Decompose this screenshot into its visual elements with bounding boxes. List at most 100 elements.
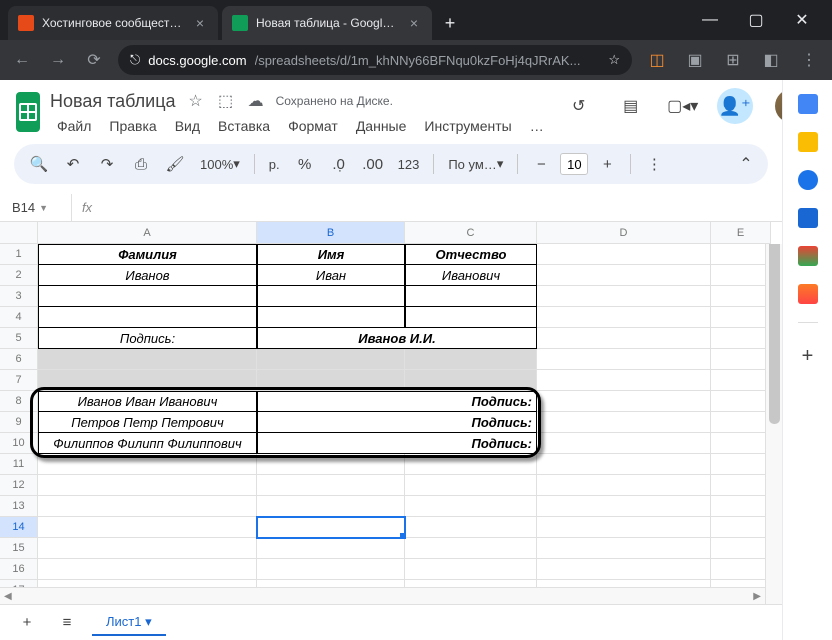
cell[interactable] xyxy=(537,559,711,580)
cell[interactable]: Подпись: xyxy=(38,328,257,349)
cell[interactable] xyxy=(38,559,257,580)
history-icon[interactable]: ↺ xyxy=(561,88,597,124)
row-header[interactable]: 13 xyxy=(0,496,38,517)
cell[interactable] xyxy=(38,370,257,391)
scroll-left-icon[interactable]: ◀ xyxy=(4,591,12,602)
cell[interactable] xyxy=(405,349,537,370)
comments-icon[interactable]: ▤ xyxy=(613,88,649,124)
browser-menu-icon[interactable]: ⋮ xyxy=(796,47,822,73)
cell[interactable]: Подпись: xyxy=(257,433,537,454)
close-window-button[interactable]: ✕ xyxy=(788,6,816,34)
more-toolbar-icon[interactable]: ⋮ xyxy=(639,149,669,179)
font-size-input[interactable] xyxy=(560,153,588,175)
menu-edit[interactable]: Правка xyxy=(102,116,163,136)
cell[interactable] xyxy=(38,496,257,517)
keep-icon[interactable] xyxy=(798,132,818,152)
cell[interactable] xyxy=(537,412,711,433)
cell[interactable]: Подпись: xyxy=(257,412,537,433)
cell[interactable] xyxy=(38,538,257,559)
print-button[interactable]: ⎙ xyxy=(126,149,156,179)
row-header[interactable]: 2 xyxy=(0,265,38,286)
cell[interactable]: Фамилия xyxy=(38,244,257,265)
column-header[interactable]: A xyxy=(38,222,257,244)
decrease-decimal-button[interactable]: .0̣ xyxy=(324,149,354,179)
menu-view[interactable]: Вид xyxy=(168,116,207,136)
row-header[interactable]: 7 xyxy=(0,370,38,391)
maps-icon[interactable] xyxy=(798,246,818,266)
cell[interactable] xyxy=(405,307,537,328)
cell[interactable] xyxy=(537,286,711,307)
reload-button[interactable]: ⟳ xyxy=(82,48,106,72)
row-header[interactable]: 10 xyxy=(0,433,38,454)
cell[interactable] xyxy=(711,307,771,328)
cell[interactable] xyxy=(405,517,537,538)
cell[interactable] xyxy=(711,391,771,412)
row-header[interactable]: 5 xyxy=(0,328,38,349)
cell[interactable]: Иван xyxy=(257,265,405,286)
close-icon[interactable]: × xyxy=(192,15,208,31)
cell[interactable] xyxy=(537,454,711,475)
cell[interactable] xyxy=(537,517,711,538)
cell[interactable] xyxy=(257,517,405,538)
cell[interactable] xyxy=(257,286,405,307)
increase-decimal-button[interactable]: .00 xyxy=(358,149,388,179)
column-header[interactable]: B xyxy=(257,222,405,244)
cell[interactable] xyxy=(257,475,405,496)
cell[interactable]: Петров Петр Петрович xyxy=(38,412,257,433)
meet-icon[interactable]: ▢◂▾ xyxy=(665,88,701,124)
row-header[interactable]: 9 xyxy=(0,412,38,433)
column-header[interactable]: D xyxy=(537,222,711,244)
calendar-icon[interactable] xyxy=(798,94,818,114)
cell[interactable] xyxy=(537,370,711,391)
share-button[interactable]: 👤⁺ xyxy=(717,88,753,124)
cell[interactable] xyxy=(38,286,257,307)
addon-icon[interactable] xyxy=(798,284,818,304)
address-bar[interactable]: ⎋ docs.google.com /spreadsheets/d/1m_khN… xyxy=(118,45,632,75)
cell[interactable] xyxy=(38,307,257,328)
cell[interactable] xyxy=(257,559,405,580)
cell[interactable] xyxy=(711,475,771,496)
column-header[interactable]: C xyxy=(405,222,537,244)
back-button[interactable]: ← xyxy=(10,48,34,72)
column-header[interactable]: E xyxy=(711,222,771,244)
row-header[interactable]: 14 xyxy=(0,517,38,538)
increase-font-button[interactable]: + xyxy=(592,149,622,179)
maximize-button[interactable]: ▢ xyxy=(742,6,770,34)
all-sheets-button[interactable]: ≡ xyxy=(52,608,82,638)
cell[interactable] xyxy=(537,307,711,328)
cell[interactable] xyxy=(711,517,771,538)
cell[interactable] xyxy=(711,412,771,433)
cell[interactable] xyxy=(38,454,257,475)
cell[interactable] xyxy=(537,496,711,517)
extensions-icon[interactable]: ⊞ xyxy=(720,47,746,73)
cell[interactable] xyxy=(38,349,257,370)
row-header[interactable]: 11 xyxy=(0,454,38,475)
cell[interactable] xyxy=(405,475,537,496)
cell[interactable]: Подпись: xyxy=(257,391,537,412)
cell[interactable] xyxy=(537,433,711,454)
cell[interactable] xyxy=(257,538,405,559)
cell[interactable] xyxy=(537,244,711,265)
cell[interactable] xyxy=(711,433,771,454)
browser-tab[interactable]: Новая таблица - Google Табли × xyxy=(222,6,432,40)
font-select[interactable]: По ум… ▾ xyxy=(442,149,509,179)
cell[interactable] xyxy=(711,328,771,349)
star-icon[interactable]: ☆ xyxy=(186,91,206,111)
cell[interactable] xyxy=(38,517,257,538)
cell[interactable] xyxy=(711,454,771,475)
percent-button[interactable]: % xyxy=(290,149,320,179)
close-icon[interactable]: × xyxy=(406,15,422,31)
vertical-scrollbar[interactable] xyxy=(765,222,782,604)
row-header[interactable]: 16 xyxy=(0,559,38,580)
menu-tools[interactable]: Инструменты xyxy=(417,116,518,136)
cell[interactable] xyxy=(38,475,257,496)
search-icon[interactable]: 🔍 xyxy=(24,149,54,179)
document-title[interactable]: Новая таблица xyxy=(50,91,176,112)
cell[interactable] xyxy=(405,538,537,559)
name-box[interactable]: B14 ▼ xyxy=(0,194,72,221)
cell[interactable] xyxy=(711,265,771,286)
row-header[interactable]: 12 xyxy=(0,475,38,496)
forward-button[interactable]: → xyxy=(46,48,70,72)
cell[interactable] xyxy=(257,496,405,517)
cell[interactable] xyxy=(405,454,537,475)
